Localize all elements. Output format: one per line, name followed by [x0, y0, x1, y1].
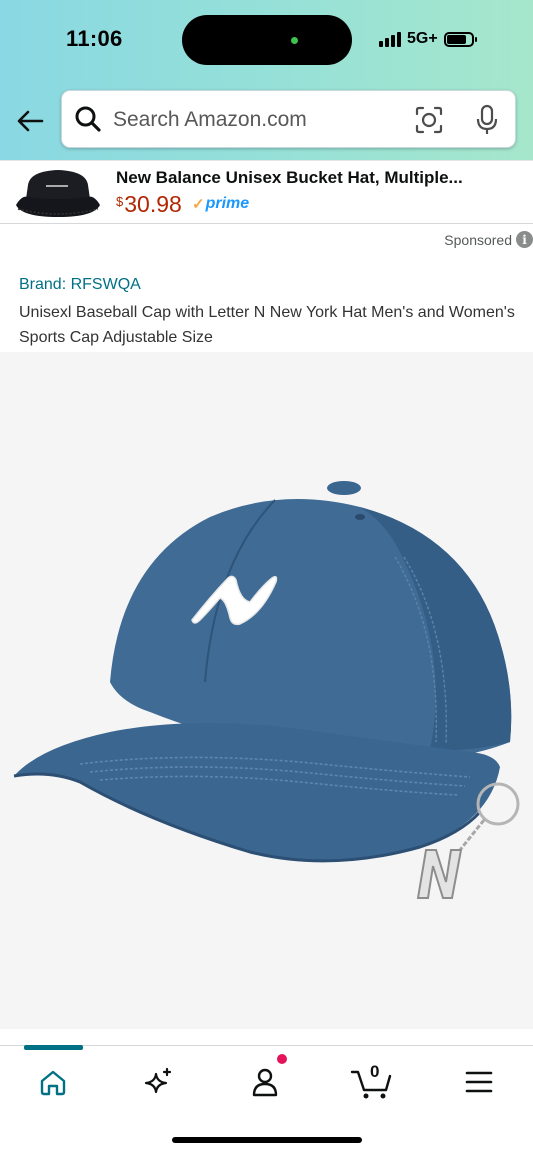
network-label: 5G+	[407, 30, 438, 47]
search-input[interactable]	[113, 107, 393, 133]
dynamic-island	[182, 15, 352, 65]
home-indicator	[172, 1137, 362, 1143]
search-icon[interactable]	[74, 105, 102, 133]
camera-lens-icon[interactable]	[414, 105, 444, 135]
header: 11:06 5G+	[0, 0, 533, 160]
page: 11:06 5G+ Search Amazon.com New Balance …	[0, 0, 533, 1156]
search-bar[interactable]	[61, 90, 516, 148]
nav-menu-button[interactable]	[449, 1058, 509, 1106]
signal-icon	[379, 31, 401, 47]
home-icon	[40, 1070, 66, 1096]
prime-label: prime	[205, 195, 250, 212]
ad-price: $ 30.98	[116, 191, 182, 218]
nav-ai-button[interactable]	[128, 1058, 188, 1106]
menu-icon	[465, 1071, 493, 1093]
sponsored-info[interactable]: Sponsored i	[444, 231, 533, 248]
price-currency: $	[116, 194, 124, 209]
prime-check-icon: ✓	[192, 196, 205, 213]
bucket-hat-thumbnail[interactable]	[14, 165, 102, 221]
account-icon	[252, 1068, 278, 1097]
battery-icon	[443, 31, 477, 47]
sponsored-product-banner[interactable]: New Balance Unisex Bucket Hat, Multiple.…	[0, 160, 533, 224]
sponsored-label: Sponsored	[444, 231, 512, 248]
status-time: 11:06	[66, 26, 123, 51]
brand-link[interactable]: Brand: RFSWQA	[19, 276, 141, 294]
cart-count: 0	[370, 1062, 380, 1081]
ad-product-title[interactable]: New Balance Unisex Bucket Hat, Multiple.…	[116, 168, 463, 188]
notification-dot	[277, 1054, 287, 1064]
nav-home-button[interactable]	[23, 1058, 83, 1106]
baseball-cap-image[interactable]	[0, 352, 533, 1029]
microphone-icon[interactable]	[474, 104, 500, 136]
camera-indicator-icon	[291, 37, 298, 44]
info-icon[interactable]: i	[516, 231, 533, 248]
product-title: Unisexl Baseball Cap with Letter N New Y…	[19, 304, 515, 346]
ai-sparkle-icon	[144, 1067, 172, 1094]
status-indicators: 5G+	[379, 28, 477, 50]
product-image[interactable]	[0, 352, 533, 1029]
prime-badge: ✓ prime	[192, 195, 249, 213]
back-button[interactable]	[14, 105, 46, 137]
back-arrow-icon	[17, 110, 44, 132]
nav-account-button[interactable]	[235, 1058, 295, 1106]
nav-cart-button[interactable]: 0	[342, 1058, 402, 1106]
price-amount: 30.98	[124, 191, 182, 217]
